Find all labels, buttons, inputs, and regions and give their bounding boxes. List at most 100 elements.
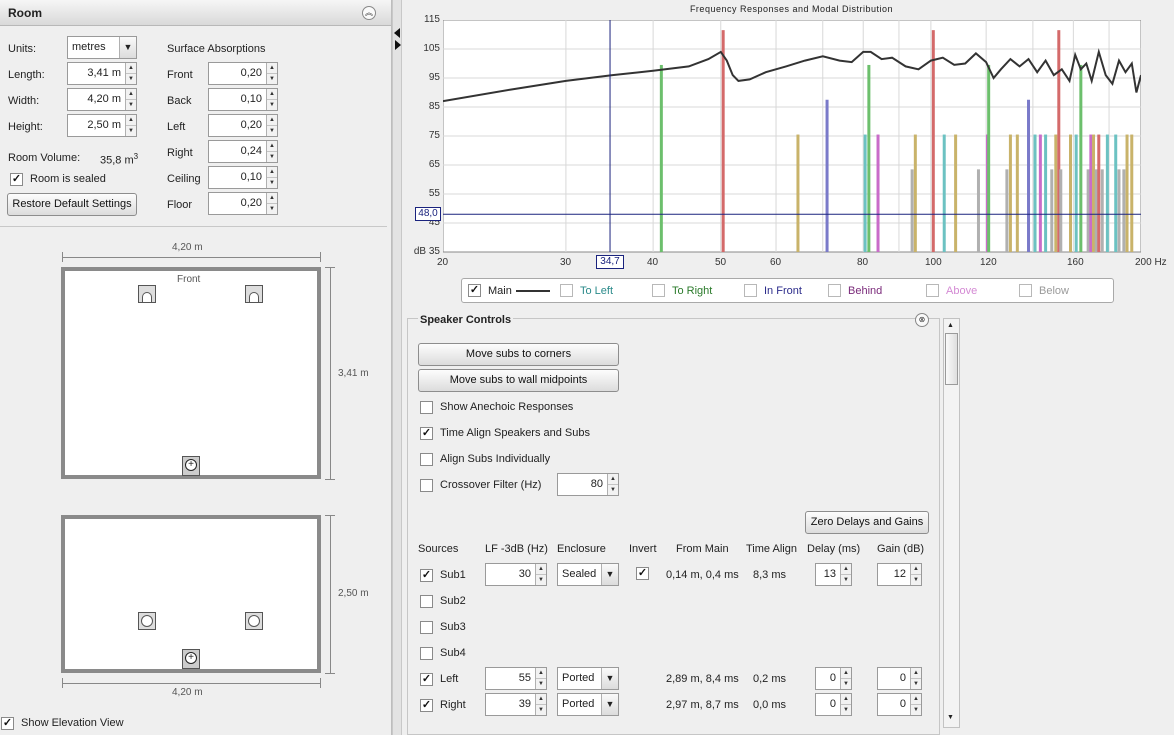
source-checkbox[interactable]: ✓ (420, 672, 433, 686)
surface-floor-stepper[interactable]: 0,20 ▲ ▼ (208, 192, 278, 215)
arrow-down-icon[interactable]: ▼ (267, 126, 277, 136)
left-speaker-icon[interactable] (138, 285, 156, 303)
source-row-sub1[interactable]: ✓ Sub1 (420, 567, 466, 583)
arrow-down-icon[interactable]: ▼ (267, 152, 277, 162)
stepper-arrows[interactable]: ▲ ▼ (266, 115, 277, 136)
lf-stepper[interactable]: 30 ▲ ▼ (485, 563, 547, 586)
arrow-up-icon[interactable]: ▲ (841, 668, 851, 679)
source-row-sub3[interactable]: Sub3 (420, 619, 466, 635)
stepper-arrows[interactable]: ▲ ▼ (840, 668, 851, 689)
arrow-up-icon[interactable]: ▲ (841, 694, 851, 705)
listener-elevation-icon[interactable]: + (182, 649, 200, 669)
show-elevation-row[interactable]: ✓ Show Elevation View (1, 715, 124, 731)
enclosure-select[interactable]: Sealed ▼ (557, 563, 619, 586)
arrow-up-icon[interactable]: ▲ (126, 115, 136, 126)
arrow-up-icon[interactable]: ▲ (911, 694, 921, 705)
chevron-down-icon[interactable]: ▼ (119, 37, 136, 58)
close-icon[interactable]: ⊗ (915, 313, 929, 327)
lf-stepper[interactable]: 55 ▲ ▼ (485, 667, 547, 690)
stepper-arrows[interactable]: ▲ ▼ (910, 694, 921, 715)
gain-stepper[interactable]: 12 ▲ ▼ (877, 563, 922, 586)
anechoic-row[interactable]: Show Anechoic Responses (420, 399, 573, 415)
source-checkbox[interactable]: ✓ (420, 698, 433, 712)
arrow-down-icon[interactable]: ▼ (841, 575, 851, 585)
time-align-checkbox[interactable]: ✓ (420, 426, 433, 440)
room-sealed-row[interactable]: ✓ Room is sealed (10, 171, 106, 187)
legend-checkbox[interactable] (926, 284, 939, 297)
crossover-row[interactable]: Crossover Filter (Hz) (420, 477, 541, 493)
arrow-up-icon[interactable]: ▲ (267, 63, 277, 74)
source-row-sub4[interactable]: Sub4 (420, 645, 466, 661)
stepper-arrows[interactable]: ▲ ▼ (266, 89, 277, 110)
lf-stepper-value[interactable]: 55 (486, 668, 535, 689)
arrow-up-icon[interactable]: ▲ (911, 564, 921, 575)
gain-stepper-value[interactable]: 12 (878, 564, 910, 585)
arrow-up-icon[interactable]: ▲ (536, 668, 546, 679)
arrow-up-icon[interactable]: ▲ (911, 668, 921, 679)
arrow-up-icon[interactable]: ▲ (267, 89, 277, 100)
arrow-up-icon[interactable]: ▲ (608, 474, 618, 485)
legend-checkbox[interactable] (560, 284, 573, 297)
lf-stepper-value[interactable]: 39 (486, 694, 535, 715)
arrow-down-icon[interactable]: ▼ (267, 204, 277, 214)
delay-stepper[interactable]: 0 ▲ ▼ (815, 667, 852, 690)
arrow-down-icon[interactable]: ▼ (911, 575, 921, 585)
units-select[interactable]: metres ▼ (67, 36, 137, 59)
arrow-down-icon[interactable]: ▼ (911, 705, 921, 715)
arrow-up-icon[interactable]: ▲ (267, 167, 277, 178)
plan-view[interactable] (61, 267, 321, 479)
source-checkbox[interactable] (420, 620, 433, 634)
stepper-arrows[interactable]: ▲ ▼ (535, 694, 546, 715)
collapse-icon[interactable]: ︽ (362, 6, 376, 20)
arrow-up-icon[interactable]: ▲ (267, 115, 277, 126)
move-subs-midpoints-button[interactable]: Move subs to wall midpoints (418, 369, 619, 392)
align-subs-row[interactable]: Align Subs Individually (420, 451, 550, 467)
stepper-arrows[interactable]: ▲ ▼ (266, 193, 277, 214)
chevron-down-icon[interactable]: ▼ (601, 694, 618, 715)
surface-front-stepper[interactable]: 0,20 ▲ ▼ (208, 62, 278, 85)
stepper-arrows[interactable]: ▲ ▼ (840, 564, 851, 585)
arrow-down-icon[interactable]: ▼ (911, 679, 921, 689)
zero-delays-gains-button[interactable]: Zero Delays and Gains (805, 511, 929, 534)
stepper-arrows[interactable]: ▲ ▼ (535, 564, 546, 585)
arrow-up-icon[interactable]: ▲ (536, 694, 546, 705)
source-checkbox[interactable] (420, 646, 433, 660)
delay-stepper[interactable]: 0 ▲ ▼ (815, 693, 852, 716)
arrow-up-icon[interactable]: ▲ (841, 564, 851, 575)
scroll-down-icon[interactable]: ▼ (947, 714, 954, 721)
surface-ceiling-stepper[interactable]: 0,10 ▲ ▼ (208, 166, 278, 189)
legend-checkbox[interactable] (828, 284, 841, 297)
stepper-arrows[interactable]: ▲ ▼ (910, 564, 921, 585)
delay-stepper[interactable]: 13 ▲ ▼ (815, 563, 852, 586)
collapse-left-icon[interactable] (394, 28, 400, 38)
chevron-down-icon[interactable]: ▼ (601, 668, 618, 689)
invert-checkbox[interactable]: ✓ (636, 567, 649, 580)
show-elevation-checkbox[interactable]: ✓ (1, 716, 14, 730)
arrow-down-icon[interactable]: ▼ (536, 679, 546, 689)
source-row-right[interactable]: ✓ Right (420, 697, 466, 713)
height-value[interactable]: 2,50 m (68, 115, 125, 136)
source-row-left[interactable]: ✓ Left (420, 671, 458, 687)
surface-left-stepper-value[interactable]: 0,20 (209, 115, 266, 136)
legend-item-main[interactable]: ✓ Main (468, 284, 550, 297)
length-value[interactable]: 3,41 m (68, 63, 125, 84)
crossover-stepper[interactable]: 80 ▲ ▼ (557, 473, 619, 496)
lf-stepper-value[interactable]: 30 (486, 564, 535, 585)
anechoic-checkbox[interactable] (420, 400, 433, 414)
legend-checkbox[interactable] (744, 284, 757, 297)
splitter[interactable] (392, 0, 402, 735)
room-sealed-checkbox[interactable]: ✓ (10, 172, 23, 186)
gain-stepper[interactable]: 0 ▲ ▼ (877, 667, 922, 690)
arrow-up-icon[interactable]: ▲ (536, 564, 546, 575)
width-value[interactable]: 4,20 m (68, 89, 125, 110)
legend-item-in-front[interactable]: In Front (744, 284, 802, 297)
arrow-up-icon[interactable]: ▲ (126, 63, 136, 74)
surface-front-stepper-value[interactable]: 0,20 (209, 63, 266, 84)
width-stepper[interactable]: 4,20 m ▲ ▼ (67, 88, 137, 111)
stepper-arrows[interactable]: ▲ ▼ (266, 167, 277, 188)
surface-floor-stepper-value[interactable]: 0,20 (209, 193, 266, 214)
crossover-value[interactable]: 80 (558, 474, 607, 495)
arrow-down-icon[interactable]: ▼ (536, 705, 546, 715)
legend-checkbox[interactable] (1019, 284, 1032, 297)
enclosure-select[interactable]: Ported ▼ (557, 667, 619, 690)
